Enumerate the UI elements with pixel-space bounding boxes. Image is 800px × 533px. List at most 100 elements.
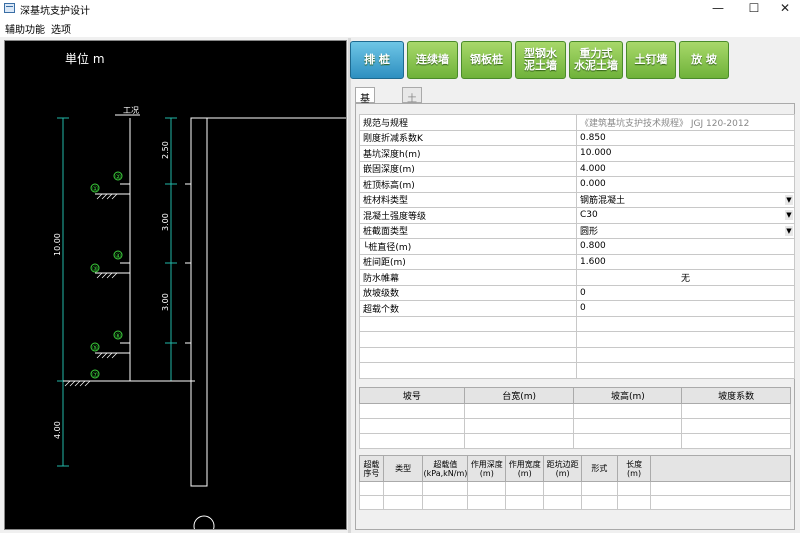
property-value[interactable]: 0 xyxy=(576,284,795,301)
property-row: 混凝土强度等级 C30 ▼ xyxy=(359,207,795,224)
diaphragm-wall-button[interactable]: 连续墙 xyxy=(407,41,458,79)
load-cell[interactable] xyxy=(505,495,545,510)
load-cell[interactable] xyxy=(382,495,424,510)
slope-cell[interactable] xyxy=(681,403,791,419)
minimize-button[interactable]: — xyxy=(700,0,736,17)
property-value-text: 无 xyxy=(680,273,690,284)
property-value[interactable] xyxy=(576,362,795,379)
property-value[interactable]: 4.000 xyxy=(576,160,795,177)
load-cell[interactable] xyxy=(505,481,545,496)
property-value-text: C30 xyxy=(580,210,598,221)
stage-number: ⑦ xyxy=(92,371,98,379)
tab-soil-info[interactable]: 土层信息 xyxy=(402,87,422,150)
slope-button[interactable]: 放 坡 xyxy=(679,41,729,79)
soil-nail-button[interactable]: 土钉墙 xyxy=(626,41,676,79)
property-key xyxy=(359,362,577,379)
property-value[interactable]: 0 xyxy=(576,300,795,317)
load-col-header: 类型 xyxy=(382,455,424,482)
slope-cell[interactable] xyxy=(573,418,683,434)
property-key: 桩材料类型 xyxy=(359,191,577,208)
window-title: 深基坑支护设计 xyxy=(20,6,90,17)
load-cell[interactable] xyxy=(650,495,791,510)
load-cell[interactable] xyxy=(581,481,618,496)
load-cell[interactable] xyxy=(543,481,583,496)
slope-cell[interactable] xyxy=(359,433,465,449)
slope-row xyxy=(359,403,791,419)
load-cell[interactable] xyxy=(467,481,507,496)
smw-wall-button[interactable]: 型钢水 泥土墙 xyxy=(515,41,566,79)
load-cell[interactable] xyxy=(650,481,791,496)
property-value-text: 0.800 xyxy=(580,241,606,252)
slope-cell[interactable] xyxy=(463,403,575,419)
slope-cell[interactable] xyxy=(359,418,465,434)
property-key: 防水帷幕 xyxy=(359,269,577,286)
menu-options[interactable]: 选项 xyxy=(51,21,71,36)
property-value-text: 1.600 xyxy=(580,256,606,267)
property-value[interactable]: 10.000 xyxy=(576,145,795,162)
dim-label-10: 10.00 xyxy=(53,233,62,256)
property-value-text: 10.000 xyxy=(580,148,612,159)
slope-cell[interactable] xyxy=(681,418,791,434)
gravity-wall-button[interactable]: 重力式 水泥土墙 xyxy=(569,41,623,79)
load-cell[interactable] xyxy=(581,495,618,510)
sheet-pile-button[interactable]: 钢板桩 xyxy=(461,41,512,79)
property-key xyxy=(359,331,577,348)
load-cell[interactable] xyxy=(616,495,652,510)
load-cell[interactable] xyxy=(422,495,469,510)
property-value[interactable] xyxy=(576,315,795,332)
load-cell[interactable] xyxy=(422,481,469,496)
dropdown-arrow-icon[interactable]: ▼ xyxy=(785,194,793,205)
stage-number: ⑤ xyxy=(92,344,98,352)
load-cell[interactable] xyxy=(382,481,424,496)
slope-cell[interactable] xyxy=(573,403,683,419)
panel-splitter[interactable] xyxy=(348,38,351,533)
menu-tools[interactable]: 辅助功能 xyxy=(5,21,45,36)
property-value[interactable]: 0.850 xyxy=(576,129,795,146)
dropdown-arrow-icon[interactable]: ▼ xyxy=(785,225,793,236)
close-button[interactable]: ✕ xyxy=(767,0,800,17)
property-value[interactable]: 0.800 xyxy=(576,238,795,255)
property-value[interactable] xyxy=(576,346,795,363)
section-circle xyxy=(193,515,215,529)
load-cell[interactable] xyxy=(543,495,583,510)
property-row: 基坑深度h(m) 10.000 xyxy=(359,145,795,162)
slope-col-header: 台宽(m) xyxy=(463,387,575,404)
property-value[interactable]: C30 ▼ xyxy=(576,207,795,224)
property-value[interactable]: 0.000 xyxy=(576,176,795,193)
property-value[interactable]: 1.600 xyxy=(576,253,795,270)
property-key: 放坡级数 xyxy=(359,284,577,301)
slope-cell[interactable] xyxy=(573,433,683,449)
slope-cell[interactable] xyxy=(681,433,791,449)
property-value[interactable]: 《建筑基坑支护技术规程》 JGJ 120-2012 xyxy=(576,114,795,131)
dropdown-arrow-icon[interactable]: ▼ xyxy=(785,210,793,220)
property-key xyxy=(359,346,577,363)
property-row: 桩材料类型 钢筋混凝土 ▼ xyxy=(359,191,795,208)
load-cell[interactable] xyxy=(359,481,384,496)
drawing-canvas[interactable]: 単位 m 10.00 4.00 2.50 3.00 3.00 工况 ① ② ③ … xyxy=(4,40,347,530)
property-row: 防水帷幕 无 xyxy=(359,269,795,286)
property-key: 刚度折减系数K xyxy=(359,129,577,146)
stage-number: ① xyxy=(92,185,98,193)
slope-cell[interactable] xyxy=(463,418,575,434)
slope-cell[interactable] xyxy=(463,433,575,449)
title-bar: 深基坑支护设计 — ☐ ✕ xyxy=(0,0,800,17)
property-row: 桩间距(m) 1.600 xyxy=(359,253,795,270)
soil-hatching xyxy=(64,193,118,387)
property-value[interactable]: 圆形 ▼ xyxy=(576,222,795,239)
load-cell[interactable] xyxy=(616,481,652,496)
pile-button[interactable]: 排 桩 xyxy=(350,41,404,79)
property-value[interactable]: 无 xyxy=(576,269,795,286)
property-key: 混凝土强度等级 xyxy=(359,207,577,224)
property-row xyxy=(359,331,795,348)
tab-basic-info[interactable]: 基本信息 xyxy=(355,87,375,150)
menu-bar: 辅助功能 选项 xyxy=(0,17,800,37)
load-row xyxy=(359,481,791,496)
property-value-text: 钢筋混凝土 xyxy=(580,196,626,207)
property-value[interactable]: 钢筋混凝土 ▼ xyxy=(576,191,795,208)
load-cell[interactable] xyxy=(467,495,507,510)
property-value[interactable] xyxy=(576,331,795,348)
wall-type-toolbar: 排 桩 连续墙 钢板桩 型钢水 泥土墙 重力式 水泥土墙 土钉墙 放 坡 xyxy=(350,40,798,80)
slope-cell[interactable] xyxy=(359,403,465,419)
stage-number: ② xyxy=(115,173,121,181)
load-cell[interactable] xyxy=(359,495,384,510)
